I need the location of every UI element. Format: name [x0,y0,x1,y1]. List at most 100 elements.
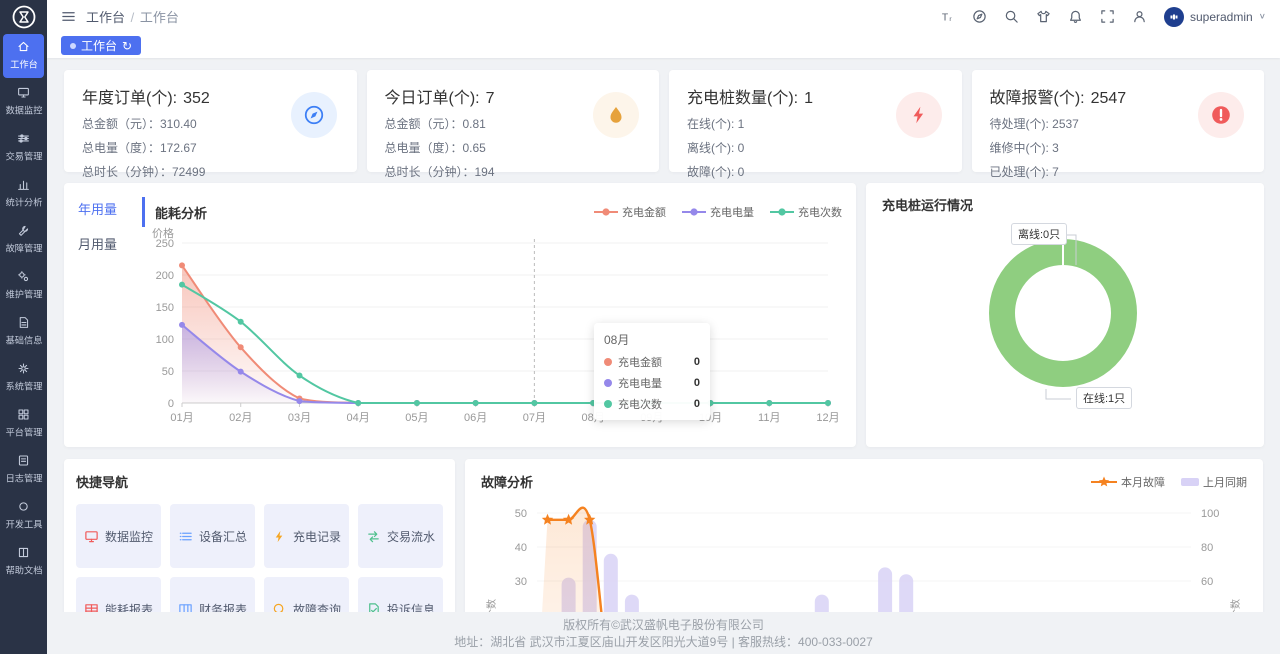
online-count-label: 在线:1只 [1076,387,1132,409]
svg-text:04月: 04月 [347,412,370,424]
sidebar-item-label: 系统管理 [5,379,42,393]
sidebar-item-平台管理[interactable]: 平台管理 [3,402,44,446]
sidebar-item-故障管理[interactable]: 故障管理 [3,218,44,262]
quick-nav-数据监控[interactable]: 数据监控 [76,504,161,568]
svg-text:30: 30 [515,576,527,588]
search-icon [1004,9,1019,24]
stat-card: 故障报警(个):2547待处理(个): 2537维修中(个): 3已处理(个):… [972,70,1265,172]
energy-chart[interactable]: 050100150200250价格01月02月03月04月05月06月07月08… [136,227,846,441]
theme-icon[interactable] [1036,9,1051,24]
chart-tooltip: 08月充电金额0充电电量0充电次数0 [594,323,710,420]
sidebar-item-帮助文档[interactable]: 帮助文档 [3,540,44,584]
pile-donut-chart[interactable] [866,213,1232,439]
page-footer: 版权所有©武汉盛帆电子股份有限公司 地址：湖北省 武汉市江夏区庙山开发区阳光大道… [47,612,1280,654]
alert-icon [1198,92,1244,138]
address-text: 地址：湖北省 武汉市江夏区庙山开发区阳光大道9号 | 客服热线：400-033-… [47,634,1280,651]
person-icon [1132,9,1147,24]
quick-nav-设备汇总[interactable]: 设备汇总 [170,504,255,568]
sidebar-item-交易管理[interactable]: 交易管理 [3,126,44,170]
log-icon [17,454,30,467]
sidebar-item-统计分析[interactable]: 统计分析 [3,172,44,216]
bar-chart-icon [17,178,30,191]
stat-line: 已处理(个): 7 [990,163,1247,180]
legend-marker-icon [770,208,794,216]
legend-item-本月故障[interactable]: 本月故障 [1091,474,1165,490]
wrench-icon [17,224,30,237]
stat-line: 故障(个): 0 [687,163,944,180]
svg-text:60: 60 [1201,576,1213,588]
sidebar-item-日志管理[interactable]: 日志管理 [3,448,44,492]
user-menu[interactable]: superadmin ∨ [1164,7,1266,27]
stat-value: 2547 [1091,90,1127,107]
svg-text:40: 40 [515,542,527,554]
sidebar-item-系统管理[interactable]: 系统管理 [3,356,44,400]
theme-icon [1036,9,1051,24]
sidebar-item-label: 统计分析 [5,195,42,209]
sidebar-item-label: 帮助文档 [5,563,42,577]
quick-nav-title: 快捷导航 [76,475,128,490]
energy-tab-年用量[interactable]: 年用量 [78,199,130,218]
quick-nav-label: 设备汇总 [199,528,247,545]
top-header: 工作台 / 工作台 Tr superadmin ∨ [47,0,1280,33]
breadcrumb-separator: / [131,10,135,25]
breadcrumb-item-first[interactable]: 工作台 [86,10,125,25]
notification-icon[interactable] [1068,9,1083,24]
fullscreen-icon[interactable] [1100,9,1115,24]
sidebar-item-工作台[interactable]: 工作台 [3,34,44,78]
svg-text:r: r [949,16,952,23]
font-size-icon: Tr [940,9,955,24]
energy-analysis-card: 年用量月用量 能耗分析 充电金额充电电量充电次数 050100150200250… [64,183,856,447]
stat-line: 总时长（分钟）：72499 [82,163,339,180]
sidebar-item-基础信息[interactable]: 基础信息 [3,310,44,354]
tab-workbench[interactable]: 工作台 ↻ [61,36,141,55]
tooltip-row: 充电次数0 [604,396,700,412]
fault-legend: 本月故障上月同期 [1091,474,1247,490]
tab-label: 工作台 [81,37,117,54]
quick-nav-充电记录[interactable]: 充电记录 [264,504,349,568]
gear-icon [17,362,30,375]
list-icon [178,529,193,544]
sidebar-item-label: 交易管理 [5,149,42,163]
sidebar-item-开发工具[interactable]: 开发工具 [3,494,44,538]
chevron-down-icon: ∨ [1259,12,1266,21]
pile-card-title: 充电桩运行情况 [882,198,973,213]
legend-item-充电电量[interactable]: 充电电量 [682,204,754,220]
sidebar-item-label: 工作台 [10,57,38,71]
sidebar-menu: 工作台数据监控交易管理统计分析故障管理维护管理基础信息系统管理平台管理日志管理开… [0,33,47,585]
bolt-icon [908,104,930,126]
main-content: 年度订单(个):352总金额（元）：310.40总电量（度）：172.67总时长… [47,58,1280,654]
compass-icon [291,92,337,138]
breadcrumb: 工作台 / 工作台 [61,7,179,26]
copyright-text: 版权所有©武汉盛帆电子股份有限公司 [47,617,1280,634]
stat-line: 离线(个): 0 [687,139,944,156]
sidebar-item-label: 故障管理 [5,241,42,255]
sidebar-item-数据监控[interactable]: 数据监控 [3,80,44,124]
sidebar-item-维护管理[interactable]: 维护管理 [3,264,44,308]
stat-card: 今日订单(个):7总金额（元）：0.81总电量（度）：0.65总时长（分钟）：1… [367,70,660,172]
refresh-icon[interactable]: ↻ [122,40,132,52]
svg-text:03月: 03月 [288,412,311,424]
transfer-icon [366,529,381,544]
legend-item-上月同期[interactable]: 上月同期 [1181,474,1247,490]
bolt-icon [272,529,287,544]
quick-nav-交易流水[interactable]: 交易流水 [358,504,443,568]
collapse-menu-icon[interactable] [61,9,76,24]
legend-item-充电次数[interactable]: 充电次数 [770,204,842,220]
font-size-icon[interactable]: Tr [940,9,955,24]
user-icon[interactable] [1132,9,1147,24]
legend-item-充电金额[interactable]: 充电金额 [594,204,666,220]
energy-tab-月用量[interactable]: 月用量 [78,234,130,253]
stat-cards-row: 年度订单(个):352总金额（元）：310.40总电量（度）：172.67总时长… [64,70,1264,172]
hourglass-logo-icon [11,4,37,30]
breadcrumb-item-second[interactable]: 工作台 [140,10,179,25]
header-actions: Tr superadmin ∨ [940,7,1266,27]
sidebar: 工作台数据监控交易管理统计分析故障管理维护管理基础信息系统管理平台管理日志管理开… [0,0,47,654]
tab-active-dot [70,43,76,49]
guide-icon [972,9,987,24]
offline-count-label: 离线:0只 [1011,223,1067,245]
document-icon [17,316,30,329]
search-icon[interactable] [1004,9,1019,24]
guide-icon[interactable] [972,9,987,24]
sidebar-item-label: 维护管理 [5,287,42,301]
hamburger-icon [61,9,76,24]
